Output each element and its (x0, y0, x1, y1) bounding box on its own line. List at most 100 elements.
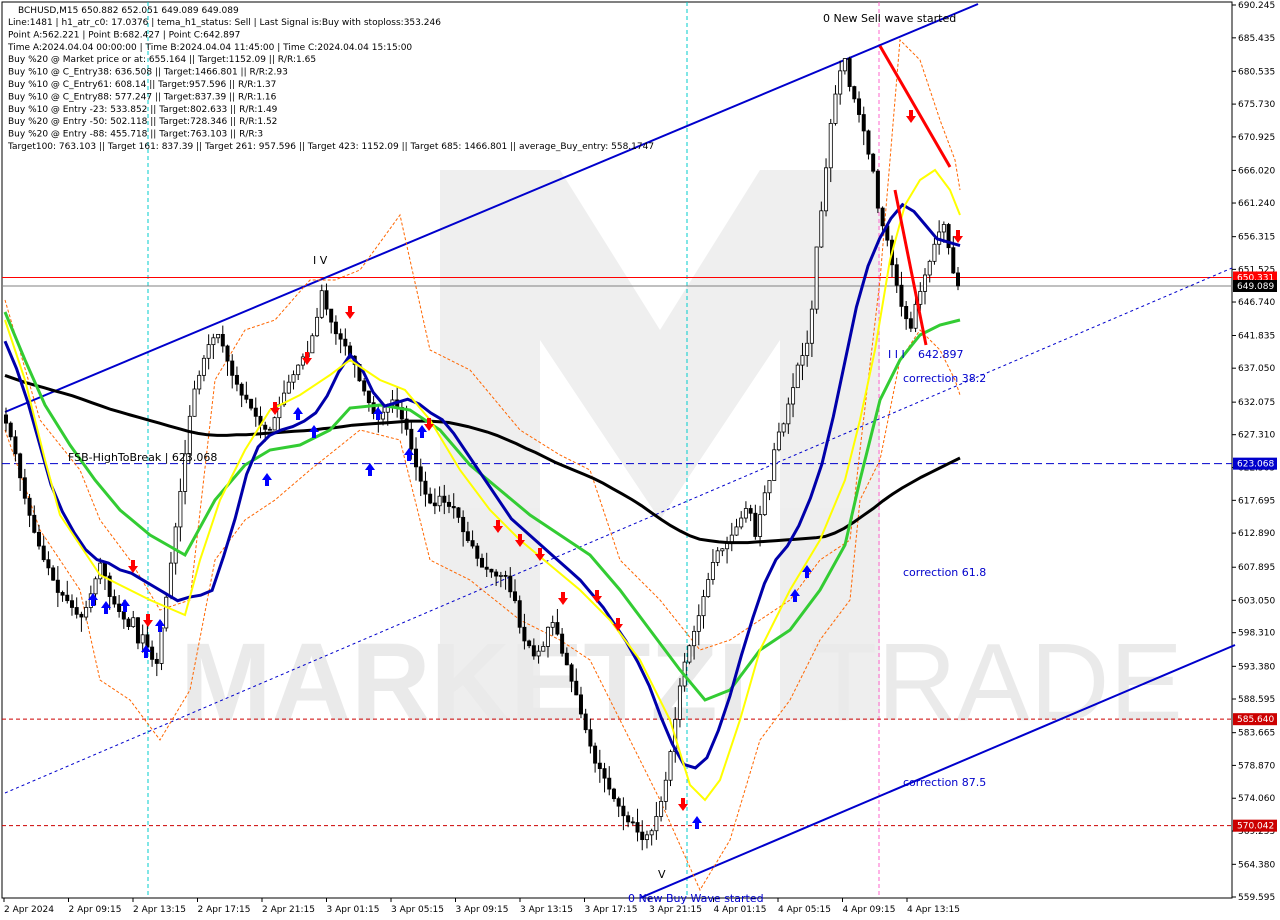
info-line-9: Buy %20 @ Entry -88: 455.718 || Target:7… (8, 130, 263, 140)
candle (630, 817, 635, 825)
price-tick-label: 574.060 (1238, 794, 1275, 804)
candle (211, 333, 216, 359)
candle (814, 246, 819, 314)
candle (168, 551, 173, 600)
price-tag-text: 570.042 (1237, 822, 1274, 832)
candle (842, 58, 847, 75)
candle (956, 266, 961, 291)
candle (286, 374, 291, 394)
candle (366, 390, 371, 412)
chart-title: BCHUSD,M15 650.882 652.051 649.089 649.0… (18, 6, 239, 16)
candle (668, 749, 673, 787)
price-tick-label: 588.595 (1238, 695, 1275, 705)
candle (621, 797, 626, 831)
candle (69, 594, 74, 616)
candle (894, 257, 899, 293)
candle (880, 206, 885, 231)
candle (333, 315, 338, 345)
candle (338, 328, 343, 354)
time-tick-label: 2 Apr 17:15 (198, 905, 251, 915)
candle (117, 595, 122, 618)
candle (135, 617, 140, 650)
info-line-3: Buy %20 @ Market price or at: 655.164 ||… (8, 55, 316, 65)
candle (635, 808, 640, 842)
info-line-4: Buy %10 @ C_Entry38: 636.508 || Target:1… (8, 68, 288, 78)
candle (762, 485, 767, 517)
sell-arrow-icon (143, 614, 153, 627)
wave-mark-iv: I V (313, 254, 328, 267)
candle (937, 220, 942, 255)
price-tick-label: 641.835 (1238, 332, 1275, 342)
price-tag-585.640: 585.640 (1233, 713, 1277, 726)
candle (324, 283, 329, 316)
time-tick-label: 4 Apr 05:15 (778, 905, 831, 915)
candle (239, 382, 244, 408)
candle (659, 796, 664, 822)
info-line-8: Buy %20 @ Entry -50: 502.118 || Target:7… (8, 117, 277, 127)
candle (183, 439, 188, 505)
candle (602, 762, 607, 793)
candle (593, 742, 598, 773)
watermark-logo: MARKETZI TRADE (180, 170, 1183, 744)
sell-arrow-icon (592, 590, 602, 603)
candle (857, 91, 862, 123)
candle (399, 400, 404, 434)
candle (861, 106, 866, 146)
candle (27, 493, 32, 528)
candle (847, 56, 852, 92)
price-tag-649.089: 649.089 (1233, 279, 1277, 292)
price-tag-623.068: 623.068 (1233, 457, 1277, 470)
point-c-marks: I I I (888, 348, 905, 361)
buy-arrow-icon (404, 448, 414, 461)
candle (423, 471, 428, 507)
price-tick-label: 680.535 (1238, 67, 1275, 77)
candle (267, 426, 272, 431)
time-tick-label: 2 Apr 21:15 (262, 905, 315, 915)
candle (197, 370, 202, 395)
candle (875, 169, 880, 214)
price-tick-label: 617.695 (1238, 496, 1275, 506)
candle (866, 129, 871, 160)
candle (428, 487, 433, 505)
buy-arrow-icon (120, 599, 130, 612)
candle (154, 652, 159, 677)
correction-87-label: correction 87.5 (903, 776, 986, 789)
candle (833, 85, 838, 126)
candle (272, 416, 277, 431)
price-tick-label: 670.925 (1238, 133, 1275, 143)
candle (41, 535, 46, 563)
time-tick-label: 4 Apr 01:15 (714, 905, 767, 915)
candle (390, 389, 395, 413)
correction-38-label: correction 38.2 (903, 372, 986, 385)
sell-arrow-icon (906, 110, 916, 123)
chart-canvas: MARKETZI TRADE 690.245 685.435 680.535 675.… (1, 1, 1277, 915)
time-tick-label: 3 Apr 05:15 (391, 905, 444, 915)
candle (234, 366, 239, 392)
candle (51, 565, 56, 581)
candle (555, 608, 560, 636)
candle (18, 452, 23, 491)
candle (644, 830, 649, 849)
candle (838, 60, 843, 105)
correction-61-label: correction 61.8 (903, 566, 986, 579)
sell-arrow-icon (558, 592, 568, 605)
candle (597, 749, 602, 783)
price-tick-label: 685.435 (1238, 34, 1275, 44)
price-tick-label: 598.310 (1238, 629, 1275, 639)
candle (230, 354, 235, 389)
candle (654, 801, 659, 840)
candle (291, 370, 296, 390)
candle (795, 362, 800, 389)
candle (253, 397, 258, 427)
candle (908, 311, 913, 333)
candle (706, 572, 711, 598)
price-tag-text: 649.089 (1237, 282, 1274, 292)
candle (131, 610, 136, 628)
candle (79, 611, 84, 632)
candle (946, 222, 951, 255)
price-tick-label: 578.870 (1238, 761, 1275, 771)
price-tick-label: 627.310 (1238, 431, 1275, 441)
candle (663, 771, 668, 810)
fsb-label: FSB-HighToBreak | 623.068 (68, 451, 217, 464)
candle (300, 353, 305, 370)
